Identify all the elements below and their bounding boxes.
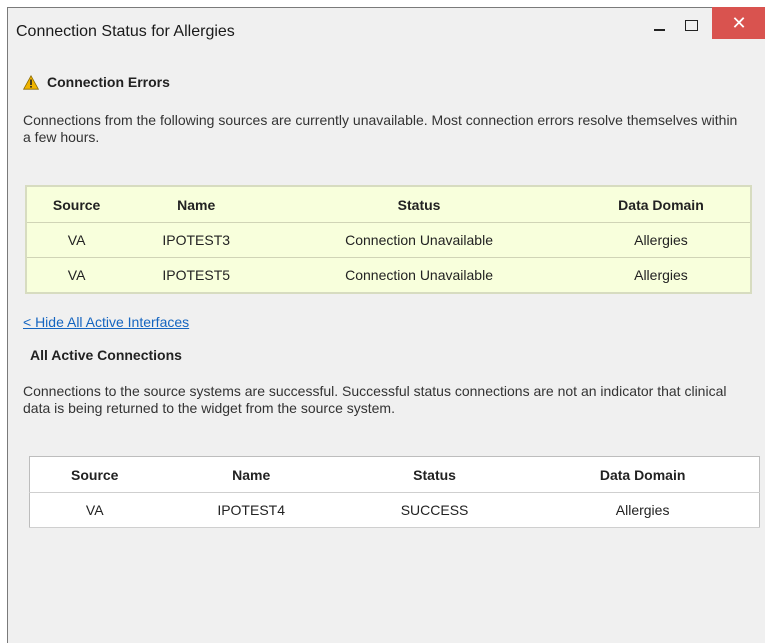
cell-source: VA [26, 257, 127, 294]
close-icon: ✕ [731, 12, 747, 33]
column-header-source: Source [26, 186, 127, 223]
warning-triangle-icon [23, 74, 39, 90]
connection-errors-heading: Connection Errors [23, 74, 170, 90]
cell-name: IPOTEST4 [159, 492, 343, 528]
column-header-source: Source [29, 456, 160, 493]
table-row[interactable]: VA IPOTEST5 Connection Unavailable Aller… [26, 257, 751, 294]
connection-status-window: Connection Status for Allergies ✕ Connec… [7, 7, 765, 643]
connection-errors-title: Connection Errors [47, 74, 170, 90]
cell-status: Connection Unavailable [266, 222, 572, 258]
title-bar[interactable]: Connection Status for Allergies ✕ [8, 7, 765, 52]
cell-data-domain: Allergies [571, 222, 751, 258]
cell-status: Connection Unavailable [266, 257, 572, 294]
column-header-name: Name [159, 456, 343, 493]
column-header-status: Status [342, 456, 527, 493]
column-header-status: Status [266, 186, 572, 223]
active-connections-heading: All Active Connections [30, 347, 182, 363]
table-row[interactable]: VA IPOTEST3 Connection Unavailable Aller… [26, 222, 751, 258]
table-header-row: Source Name Status Data Domain [29, 456, 760, 493]
column-header-name: Name [126, 186, 267, 223]
cell-name: IPOTEST3 [126, 222, 267, 258]
column-header-data-domain: Data Domain [526, 456, 760, 493]
cell-name: IPOTEST5 [126, 257, 267, 294]
table-header-row: Source Name Status Data Domain [26, 186, 751, 223]
active-connections-description: Connections to the source systems are su… [23, 383, 727, 416]
connection-errors-table: Source Name Status Data Domain VA IPOTES… [25, 185, 752, 294]
cell-data-domain: Allergies [526, 492, 760, 528]
close-button[interactable]: ✕ [712, 7, 765, 39]
connection-errors-description: Connections from the following sources a… [23, 112, 738, 145]
active-connections-table: Source Name Status Data Domain VA IPOTES… [29, 456, 760, 528]
cell-status: SUCCESS [342, 492, 527, 528]
table-row[interactable]: VA IPOTEST4 SUCCESS Allergies [29, 492, 760, 528]
window-title: Connection Status for Allergies [16, 23, 235, 40]
column-header-data-domain: Data Domain [571, 186, 751, 223]
minimize-button[interactable] [644, 8, 674, 38]
maximize-button[interactable] [676, 8, 706, 38]
cell-data-domain: Allergies [571, 257, 751, 294]
hide-active-interfaces-link[interactable]: < Hide All Active Interfaces [23, 314, 189, 330]
maximize-icon [684, 20, 698, 31]
cell-source: VA [26, 222, 127, 258]
minimize-icon [653, 29, 665, 31]
cell-source: VA [29, 492, 160, 528]
